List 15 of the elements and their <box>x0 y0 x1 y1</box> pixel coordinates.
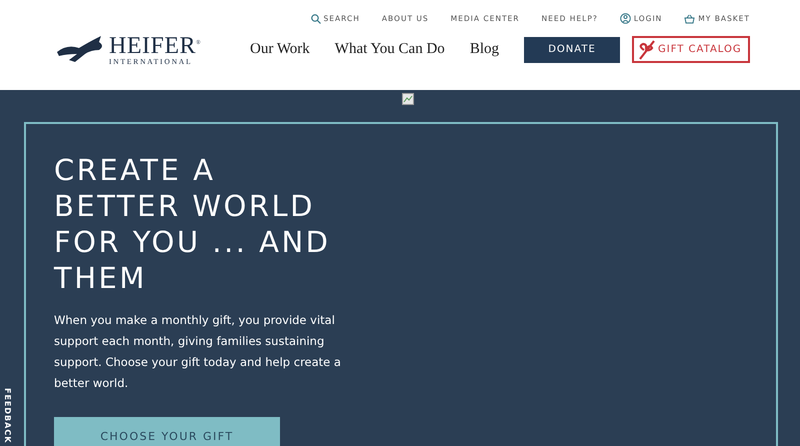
choose-gift-button[interactable]: CHOOSE YOUR GIFT <box>54 417 280 446</box>
logo-wordmark: HEIFER$^{®}$ <box>109 32 202 57</box>
basket-icon <box>684 14 696 24</box>
search-icon <box>310 14 321 24</box>
user-icon <box>620 13 631 24</box>
nav-link[interactable]: Our Work <box>250 41 310 58</box>
broken-image-icon <box>402 93 414 105</box>
nav-link[interactable]: Blog <box>470 41 499 58</box>
feedback-tab[interactable]: FEEDBACK <box>3 388 12 444</box>
nav-link[interactable]: What You Can Do <box>334 41 445 58</box>
hero-heading: CREATE A BETTER WORLD FOR YOU ... AND THEM <box>54 152 332 296</box>
gift-catalog-button[interactable]: GIFT CATALOG <box>632 36 750 63</box>
donate-button[interactable]: DONATE <box>524 36 620 62</box>
ribbon-icon <box>638 40 656 60</box>
hero-text: When you make a monthly gift, you provide vital support each month, giving families sustaining support. Choose your gift today and help create a better world. <box>54 312 342 392</box>
